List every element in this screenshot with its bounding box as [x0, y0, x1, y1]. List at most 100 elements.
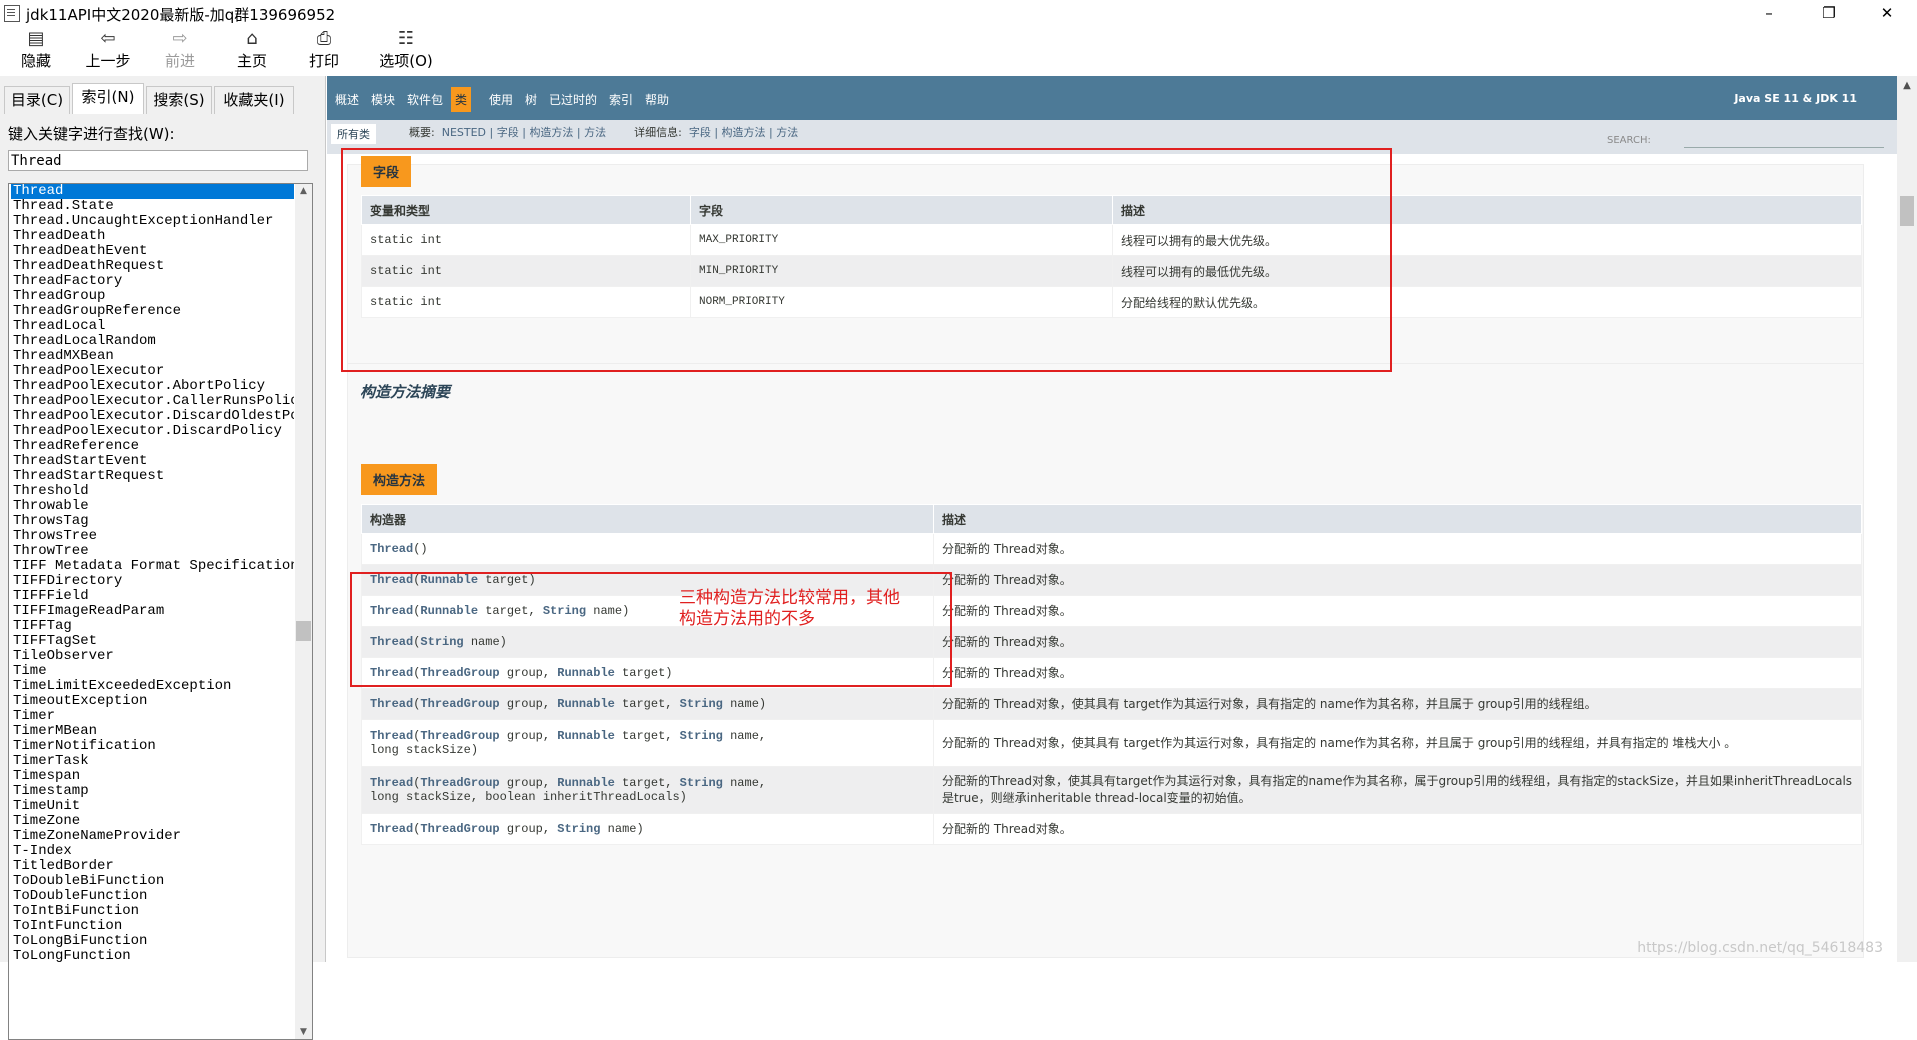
nav-tree[interactable]: 树: [525, 91, 537, 108]
index-list-item[interactable]: ThreadMXBean: [11, 349, 294, 364]
options-button[interactable]: ☷ 选项(O): [364, 28, 448, 71]
type-link[interactable]: ThreadGroup: [420, 697, 499, 711]
index-list-item[interactable]: TIFFDirectory: [11, 574, 294, 589]
summary-nested-link[interactable]: NESTED: [442, 126, 486, 139]
index-list-item[interactable]: Timestamp: [11, 784, 294, 799]
print-button[interactable]: ⎙ 打印: [294, 28, 354, 71]
type-link[interactable]: ThreadGroup: [420, 729, 499, 743]
index-list-item[interactable]: TimeUnit: [11, 799, 294, 814]
nav-help[interactable]: 帮助: [645, 91, 669, 108]
type-link[interactable]: ThreadGroup: [420, 776, 499, 790]
content-scrollbar[interactable]: ▲: [1897, 76, 1917, 962]
type-link[interactable]: Thread: [370, 776, 413, 790]
content-scroll-up-icon[interactable]: ▲: [1897, 80, 1917, 91]
index-list-item[interactable]: ToIntBiFunction: [11, 904, 294, 919]
index-list-item[interactable]: ThreadFactory: [11, 274, 294, 289]
index-list-item[interactable]: TimerTask: [11, 754, 294, 769]
index-list-item[interactable]: ThrowsTree: [11, 529, 294, 544]
index-list-item[interactable]: TIFFTagSet: [11, 634, 294, 649]
detail-field-link[interactable]: 字段: [689, 126, 711, 139]
nav-overview[interactable]: 概述: [335, 91, 359, 108]
type-link[interactable]: Runnable: [557, 729, 615, 743]
type-link[interactable]: String: [680, 776, 723, 790]
tab-index[interactable]: 索引(N): [72, 83, 144, 114]
nav-module[interactable]: 模块: [371, 91, 395, 108]
nav-class[interactable]: 类: [451, 87, 472, 112]
index-scroll-thumb[interactable]: [296, 621, 311, 641]
index-list-item[interactable]: Timespan: [11, 769, 294, 784]
index-list-item[interactable]: ThreadPoolExecutor.DiscardOldestPolicy: [11, 409, 294, 424]
tab-favorites[interactable]: 收藏夹(I): [214, 86, 294, 114]
index-list-item[interactable]: Throwable: [11, 499, 294, 514]
index-list-item[interactable]: ThreadPoolExecutor.CallerRunsPolicy: [11, 394, 294, 409]
type-link[interactable]: Thread: [370, 542, 413, 556]
nav-deprecated[interactable]: 已过时的: [549, 91, 597, 108]
type-link[interactable]: String: [557, 822, 600, 836]
index-list-item[interactable]: ThreadStartEvent: [11, 454, 294, 469]
tab-contents[interactable]: 目录(C): [4, 86, 70, 114]
index-list-item[interactable]: TimeZoneNameProvider: [11, 829, 294, 844]
index-list-item[interactable]: TileObserver: [11, 649, 294, 664]
index-list-item[interactable]: Threshold: [11, 484, 294, 499]
index-list-item[interactable]: ThreadGroup: [11, 289, 294, 304]
index-list-item[interactable]: ThreadPoolExecutor.DiscardPolicy: [11, 424, 294, 439]
close-button[interactable]: ✕: [1864, 2, 1910, 24]
summary-constructor-link[interactable]: 构造方法: [529, 126, 573, 139]
index-list-item[interactable]: ThreadDeathRequest: [11, 259, 294, 274]
back-button[interactable]: ⇦ 上一步: [76, 28, 140, 71]
index-list-item[interactable]: ThreadReference: [11, 439, 294, 454]
index-list-item[interactable]: TimerNotification: [11, 739, 294, 754]
nav-package[interactable]: 软件包: [407, 91, 443, 108]
index-list-item[interactable]: ThreadGroupReference: [11, 304, 294, 319]
type-link[interactable]: Thread: [370, 697, 413, 711]
index-list-item[interactable]: ToDoubleFunction: [11, 889, 294, 904]
detail-constructor-link[interactable]: 构造方法: [722, 126, 766, 139]
index-list-item[interactable]: TIFFTag: [11, 619, 294, 634]
index-scrollbar[interactable]: ▲ ▼: [295, 184, 312, 1039]
scroll-up-icon[interactable]: ▲: [295, 186, 312, 196]
keyword-input[interactable]: Thread: [8, 150, 308, 171]
index-list-item[interactable]: ThreadLocal: [11, 319, 294, 334]
type-link[interactable]: String: [680, 697, 723, 711]
index-list-item[interactable]: TimeZone: [11, 814, 294, 829]
scroll-down-icon[interactable]: ▼: [295, 1027, 312, 1037]
index-list-item[interactable]: T-Index: [11, 844, 294, 859]
index-list[interactable]: Thread Thread.State Thread.UncaughtExcepti…: [8, 183, 313, 1040]
index-list-item[interactable]: Thread: [11, 184, 294, 199]
index-list-item[interactable]: ThreadDeath: [11, 229, 294, 244]
summary-method-link[interactable]: 方法: [584, 126, 606, 139]
index-list-item[interactable]: ThrowsTag: [11, 514, 294, 529]
type-link[interactable]: Thread: [370, 822, 413, 836]
index-list-item[interactable]: ToDoubleBiFunction: [11, 874, 294, 889]
index-list-item[interactable]: ThreadPoolExecutor.AbortPolicy: [11, 379, 294, 394]
minimize-button[interactable]: –: [1746, 2, 1792, 24]
index-list-item[interactable]: TIFFImageReadParam: [11, 604, 294, 619]
type-link[interactable]: Runnable: [557, 697, 615, 711]
index-list-item[interactable]: ThrowTree: [11, 544, 294, 559]
index-list-item[interactable]: TimerMBean: [11, 724, 294, 739]
index-list-item[interactable]: ThreadStartRequest: [11, 469, 294, 484]
index-list-item[interactable]: ThreadPoolExecutor: [11, 364, 294, 379]
summary-field-link[interactable]: 字段: [497, 126, 519, 139]
all-classes-link[interactable]: 所有类: [331, 124, 376, 144]
tab-search[interactable]: 搜索(S): [146, 86, 212, 114]
index-list-item[interactable]: Timer: [11, 709, 294, 724]
index-list-item[interactable]: ToIntFunction: [11, 919, 294, 934]
index-list-item[interactable]: TIFFField: [11, 589, 294, 604]
index-list-item[interactable]: ThreadDeathEvent: [11, 244, 294, 259]
index-list-item[interactable]: TimeoutException: [11, 694, 294, 709]
type-link[interactable]: String: [680, 729, 723, 743]
home-button[interactable]: ⌂ 主页: [222, 28, 282, 71]
content-scroll-thumb[interactable]: [1900, 196, 1914, 226]
detail-method-link[interactable]: 方法: [776, 126, 798, 139]
index-list-item[interactable]: TitledBorder: [11, 859, 294, 874]
index-list-item[interactable]: ThreadLocalRandom: [11, 334, 294, 349]
type-link[interactable]: Thread: [370, 729, 413, 743]
index-list-item[interactable]: Time: [11, 664, 294, 679]
index-list-item[interactable]: ToLongBiFunction: [11, 934, 294, 949]
index-list-item[interactable]: TimeLimitExceededException: [11, 679, 294, 694]
index-list-item[interactable]: Thread.UncaughtExceptionHandler: [11, 214, 294, 229]
type-link[interactable]: ThreadGroup: [420, 822, 499, 836]
nav-use[interactable]: 使用: [489, 91, 513, 108]
index-list-item[interactable]: TIFF Metadata Format Specification: [11, 559, 294, 574]
